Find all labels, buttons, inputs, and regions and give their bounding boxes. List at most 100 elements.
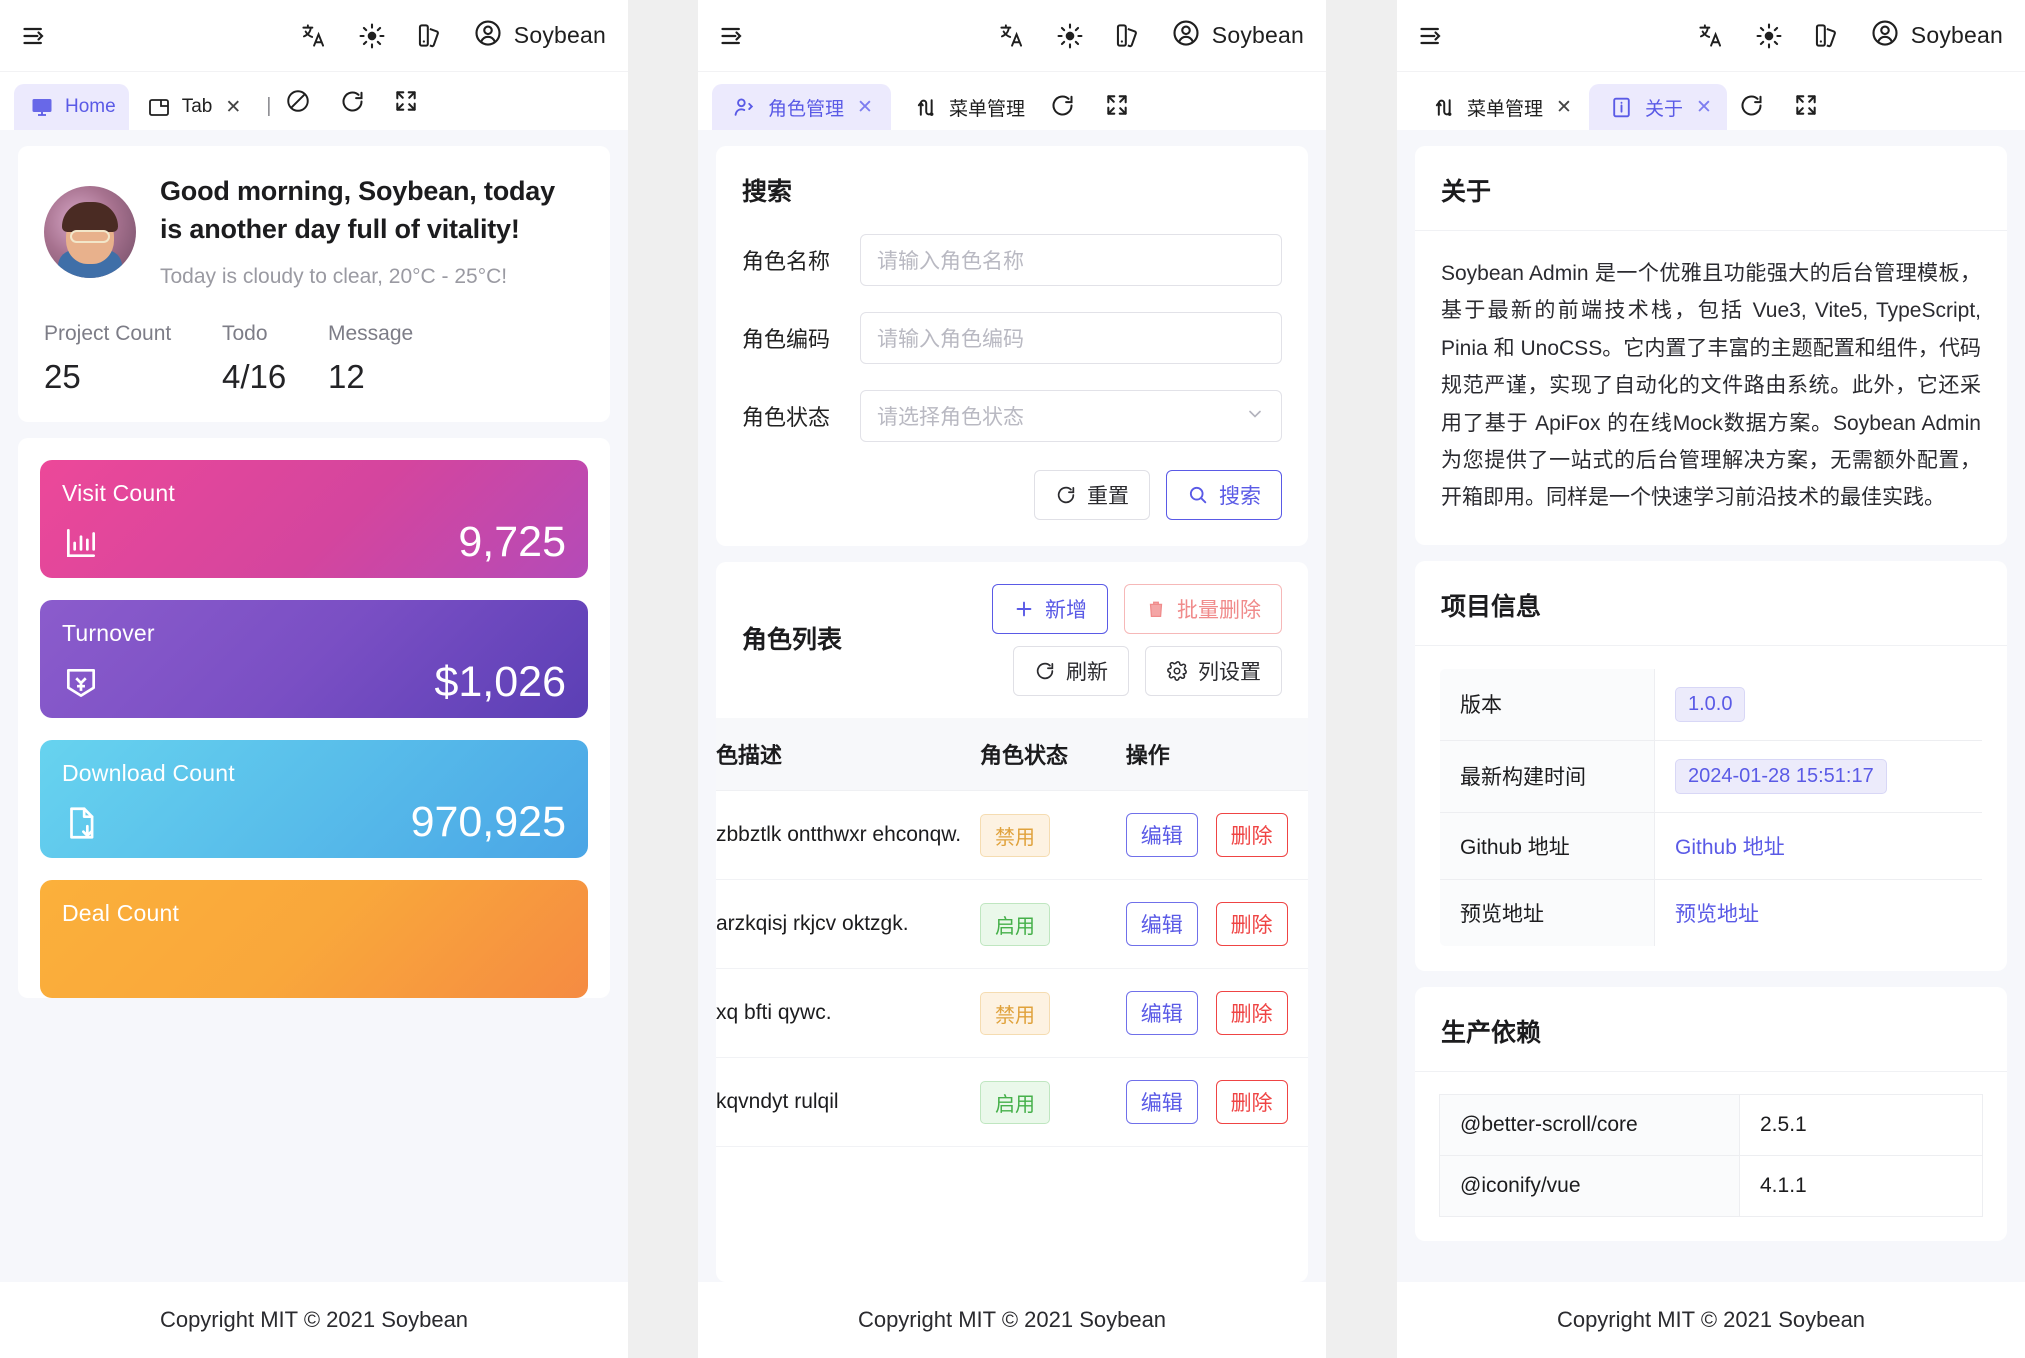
tab-label: 菜单管理 [948, 98, 1025, 120]
stat-project-count: Project Count 25 [44, 322, 222, 396]
greeting-card: Good morning, Soybean, today is another … [18, 146, 610, 423]
trash-icon [1145, 598, 1167, 620]
tab-label: Home [65, 96, 116, 117]
stat-value: 25 [44, 358, 81, 396]
fullscreen-icon[interactable] [391, 86, 421, 116]
metric-card-deal-count[interactable]: Deal Count [40, 880, 588, 999]
edit-button[interactable]: 编辑 [1125, 813, 1198, 857]
tab-menu-management[interactable]: 菜单管理 ✕ [1411, 84, 1587, 130]
search-icon [1187, 484, 1209, 506]
table-row: 最新构建时间 2024-01-28 15:51:17 [1440, 739, 1982, 813]
select-value: 请选择角色状态 [877, 406, 1024, 429]
reset-button[interactable]: 重置 [1034, 470, 1150, 520]
tab-role-management[interactable]: 角色管理 ✕ [712, 84, 891, 130]
sun-icon[interactable] [357, 21, 387, 51]
tab-tab[interactable]: Tab ✕ [131, 84, 257, 130]
delete-button[interactable]: 删除 [1215, 1080, 1288, 1124]
sun-icon[interactable] [1754, 21, 1784, 51]
role-code-input[interactable]: 请输入角色编码 [860, 312, 1282, 364]
fullscreen-icon[interactable] [1791, 90, 1821, 120]
search-actions: 重置 搜索 [742, 470, 1282, 520]
menu-collapse-icon[interactable] [20, 21, 50, 51]
table-row: 版本 1.0.0 [1440, 668, 1982, 741]
palette-icon[interactable] [415, 21, 445, 51]
language-icon[interactable] [997, 21, 1027, 51]
tab-home[interactable]: Home [14, 84, 129, 130]
reload-icon[interactable] [1737, 90, 1767, 120]
stat-label: Message [328, 322, 414, 346]
search-card: 搜索 角色名称 请输入角色名称 角色编码 请输入角色编码 角色状态 请选择角色状… [716, 146, 1308, 546]
role-name-input[interactable]: 请输入角色名称 [860, 234, 1282, 286]
edit-button[interactable]: 编辑 [1125, 902, 1198, 946]
menu-collapse-icon[interactable] [718, 21, 748, 51]
delete-button[interactable]: 删除 [1215, 991, 1288, 1035]
close-icon[interactable]: ✕ [1694, 96, 1714, 119]
refresh-label: 刷新 [1066, 661, 1108, 684]
panel-role-management: Soybean 角色管理 ✕ 菜单管理 搜索 角色名称 请输入角色名称 角色编码… [698, 0, 1326, 1358]
dependency-name: @iconify/vue [1439, 1154, 1740, 1217]
search-button[interactable]: 搜索 [1166, 470, 1282, 520]
stat-label: Todo [222, 322, 268, 346]
tab-about[interactable]: 关于 ✕ [1588, 84, 1727, 130]
stats-row: Project Count 25 Todo 4/16 Message 12 [18, 322, 610, 422]
build-time-tag: 2024-01-28 15:51:17 [1675, 758, 1887, 794]
no-entry-icon[interactable] [283, 86, 313, 116]
stat-value: 12 [328, 358, 365, 396]
close-icon[interactable]: ✕ [1554, 96, 1574, 119]
chevron-down-icon [1245, 404, 1265, 429]
user-menu[interactable]: Soybean [1870, 18, 2003, 53]
reload-icon[interactable] [1048, 90, 1078, 120]
add-button[interactable]: 新增 [992, 584, 1108, 634]
project-info-table: 版本 1.0.0 最新构建时间 2024-01-28 15:51:17 Gith… [1439, 667, 1983, 947]
copyright-text: Copyright MIT © 2021 Soybean [1556, 1307, 1866, 1332]
metric-card-turnover[interactable]: Turnover $1,026 [40, 600, 588, 719]
role-list-card: 角色列表 新增 批量删除 刷新 列设置 色描述 角色状态 操作 zbbztlk … [716, 562, 1308, 1282]
language-icon[interactable] [1696, 21, 1726, 51]
dependencies-table: @better-scroll/core 2.5.1 @iconify/vue 4… [1439, 1093, 1983, 1217]
metric-card-download-count[interactable]: Download Count 970,925 [40, 740, 588, 859]
table-row: @better-scroll/core 2.5.1 [1439, 1093, 1983, 1156]
palette-icon[interactable] [1113, 21, 1143, 51]
dependency-version: 4.1.1 [1739, 1154, 1983, 1217]
version-tag: 1.0.0 [1675, 686, 1746, 722]
table-row: arzkqisj rkjcv oktzgk. 启用 编辑 删除 [716, 879, 1308, 969]
user-name: Soybean [513, 22, 606, 48]
metric-title: Deal Count [62, 900, 180, 927]
reload-icon[interactable] [337, 86, 367, 116]
field-role-status: 角色状态 请选择角色状态 [742, 390, 1282, 442]
user-menu[interactable]: Soybean [1171, 18, 1304, 53]
palette-icon[interactable] [1812, 21, 1842, 51]
three-panel-screenshot: Soybean Home Tab ✕ | Good morning, Soybe… [0, 0, 2025, 1358]
batch-delete-button[interactable]: 批量删除 [1124, 584, 1282, 634]
user-name: Soybean [1910, 22, 2003, 48]
refresh-button[interactable]: 刷新 [1013, 646, 1129, 696]
close-icon[interactable]: ✕ [855, 96, 875, 119]
metric-card-visit-count[interactable]: Visit Count 9,725 [40, 460, 588, 579]
delete-button[interactable]: 删除 [1215, 813, 1288, 857]
language-icon[interactable] [299, 21, 329, 51]
user-circle-icon [1870, 18, 1900, 53]
column-header-status: 角色状态 [979, 718, 1126, 791]
delete-button[interactable]: 删除 [1215, 902, 1288, 946]
tab-list: Home Tab ✕ | [14, 72, 614, 130]
role-status-select[interactable]: 请选择角色状态 [860, 390, 1282, 442]
sun-icon[interactable] [1055, 21, 1085, 51]
close-icon[interactable]: ✕ [223, 96, 243, 119]
column-setting-button[interactable]: 列设置 [1145, 646, 1282, 696]
table-row: zbbztlk ontthwxr ehconqw. 禁用 编辑 删除 [716, 790, 1308, 880]
menu-collapse-icon[interactable] [1417, 21, 1447, 51]
edit-button[interactable]: 编辑 [1125, 1080, 1198, 1124]
stat-value: 4/16 [222, 358, 287, 396]
project-info-title: 项目信息 [1415, 561, 2007, 646]
tab-menu-management[interactable]: 菜单管理 [893, 84, 1038, 130]
panel-gap-2 [1326, 0, 1397, 1358]
window-icon [147, 95, 171, 119]
info-key: 预览地址 [1440, 878, 1655, 946]
fullscreen-icon[interactable] [1102, 90, 1132, 120]
user-menu[interactable]: Soybean [473, 18, 606, 53]
preview-link[interactable]: 预览地址 [1675, 903, 1759, 926]
edit-button[interactable]: 编辑 [1125, 991, 1198, 1035]
panel-body: Good morning, Soybean, today is another … [0, 130, 628, 1282]
info-key: 最新构建时间 [1440, 739, 1655, 813]
github-link[interactable]: Github 地址 [1675, 836, 1785, 859]
